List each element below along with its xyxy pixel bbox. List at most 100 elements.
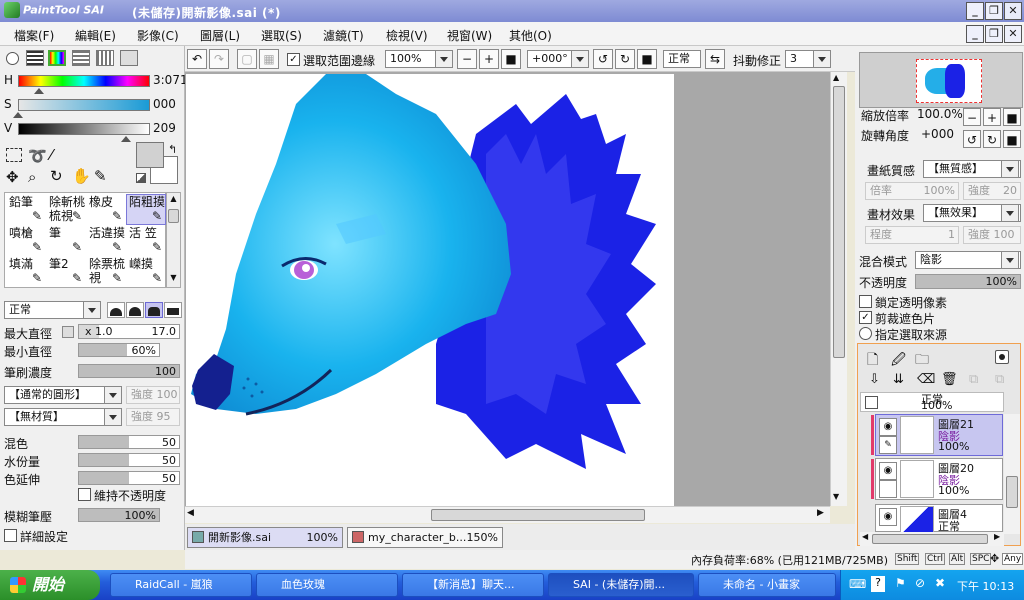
rgb-slider-icon[interactable] xyxy=(26,50,44,66)
tool-slot[interactable]: 除票梳視 ✎ xyxy=(86,256,126,287)
menu-view[interactable]: 檢視(V) xyxy=(386,27,428,44)
layer-hscroll[interactable]: ◀ ▶ xyxy=(860,532,1004,546)
canvas-vscroll[interactable]: ▲ ▼ xyxy=(830,72,847,506)
density-slider[interactable]: 100 xyxy=(78,364,180,378)
flip-canvas-icon[interactable]: ⇆ xyxy=(705,49,725,69)
min-size-slider[interactable]: 60% xyxy=(78,343,160,357)
tool-slot[interactable]: 筆2 ✎ xyxy=(46,256,86,287)
invert-selection-icon[interactable]: ▦ xyxy=(259,49,279,69)
doc-minimize-icon[interactable]: _ xyxy=(966,25,984,43)
value-marker[interactable] xyxy=(121,136,132,142)
delete-layer-icon[interactable]: 🗑 xyxy=(941,372,958,387)
navigator-viewport[interactable] xyxy=(916,59,982,103)
layer-scrollbar[interactable] xyxy=(1004,414,1020,534)
nav-rotate-left-icon[interactable]: ↺ xyxy=(963,130,981,148)
layer-row[interactable]: ◉ 圖層4 正常 xyxy=(875,504,1003,544)
vscroll-down-icon[interactable]: ▼ xyxy=(833,492,839,501)
keyboard-icon[interactable]: ⌨ xyxy=(849,577,866,591)
effect-dropdown[interactable] xyxy=(1001,204,1019,222)
size-range-icon[interactable] xyxy=(62,326,74,338)
hscroll-thumb[interactable] xyxy=(431,509,645,521)
empty-toggle[interactable] xyxy=(879,480,897,498)
navigator-preview[interactable] xyxy=(859,52,1023,108)
brush-edge-medium-icon[interactable] xyxy=(145,302,163,318)
menu-edit[interactable]: 編輯(E) xyxy=(75,27,116,44)
zoom-out-icon[interactable]: − xyxy=(457,49,477,69)
menu-select[interactable]: 選取(S) xyxy=(261,27,302,44)
menu-filter[interactable]: 濾鏡(T) xyxy=(323,27,364,44)
tool-slot[interactable]: 填滿 ✎ xyxy=(6,256,46,287)
nav-rotate-reset-icon[interactable]: ■ xyxy=(1003,130,1021,148)
selection-edge-checkbox[interactable]: ✓ xyxy=(287,53,300,66)
zoom-reset-icon[interactable]: ■ xyxy=(501,49,521,69)
tool-slot[interactable]: 除斬桃梳視 ✎ xyxy=(46,194,86,225)
clipping-checkbox[interactable]: ✓ xyxy=(859,311,872,324)
task-paint[interactable]: 未命名 - 小畫家 xyxy=(698,573,836,597)
blur-slider[interactable]: 100% xyxy=(78,508,160,522)
layer-hscroll-left-icon[interactable]: ◀ xyxy=(862,532,868,541)
merge-down-icon[interactable]: ⇊ xyxy=(893,372,904,387)
nav-rotate-right-icon[interactable]: ↻ xyxy=(983,130,1001,148)
stabilizer-dropdown[interactable] xyxy=(813,50,831,68)
tool-slot[interactable]: 鉛筆 ✎ xyxy=(6,194,46,225)
detail-settings-checkbox[interactable] xyxy=(4,529,17,542)
start-button[interactable]: 開始 xyxy=(0,570,100,600)
hsv-slider-icon[interactable] xyxy=(48,50,66,66)
swatches-icon[interactable] xyxy=(96,50,114,66)
doc-tab[interactable]: my_character_b... 150% xyxy=(347,527,503,548)
volume-icon[interactable]: ✖ xyxy=(935,576,945,590)
tool-slot[interactable]: 筆 ✎ xyxy=(46,225,86,256)
swap-colors-icon[interactable]: ↰ xyxy=(168,143,177,156)
eye-icon[interactable]: ◉ xyxy=(879,462,897,480)
saturation-marker[interactable] xyxy=(13,112,23,118)
close-icon[interactable]: ✕ xyxy=(1004,2,1022,20)
brush-shape-dropdown[interactable] xyxy=(104,386,122,404)
menu-window[interactable]: 視窗(W) xyxy=(447,27,492,44)
color-wheel-icon[interactable] xyxy=(6,52,19,65)
scroll-up-icon[interactable]: ▲ xyxy=(168,194,179,206)
menu-file[interactable]: 檔案(F) xyxy=(14,27,54,44)
keep-opacity-checkbox[interactable] xyxy=(78,488,91,501)
saturation-slider[interactable] xyxy=(18,99,150,111)
drawing-canvas[interactable] xyxy=(186,74,674,506)
nav-zoom-reset-icon[interactable]: ■ xyxy=(1003,108,1021,126)
layer-hscroll-right-icon[interactable]: ▶ xyxy=(994,532,1000,541)
tool-slot[interactable]: 活 笠 ✎ xyxy=(126,225,166,256)
layer-opacity-slider[interactable]: 100% xyxy=(915,274,1021,289)
mixer-icon[interactable] xyxy=(72,50,90,66)
rotation-dropdown[interactable] xyxy=(571,50,589,68)
restore-icon[interactable]: ❐ xyxy=(985,2,1003,20)
back-icon[interactable]: ⊘ xyxy=(915,576,925,590)
magic-wand-icon[interactable]: ⁄ xyxy=(50,146,53,164)
move-tool-icon[interactable]: ✥ xyxy=(6,168,19,186)
tool-slot[interactable]: 活違摸 ✎ xyxy=(86,225,126,256)
menu-other[interactable]: 其他(O) xyxy=(509,27,552,44)
nav-zoom-in-icon[interactable]: + xyxy=(983,108,1001,126)
undo-icon[interactable]: ↶ xyxy=(187,49,207,69)
nav-zoom-out-icon[interactable]: − xyxy=(963,108,981,126)
eye-icon[interactable]: ◉ xyxy=(879,418,897,436)
new-layer-icon[interactable]: 🗋 xyxy=(867,349,878,373)
brush-edge-soft-icon[interactable] xyxy=(126,302,144,318)
value-slider[interactable] xyxy=(18,123,150,135)
deselect-icon[interactable]: ▢ xyxy=(237,49,257,69)
brush-texture-dropdown[interactable] xyxy=(104,408,122,426)
lasso-tool-icon[interactable]: ➰ xyxy=(28,147,47,165)
tool-slot[interactable]: 噴槍 ✎ xyxy=(6,225,46,256)
zoom-tool-icon[interactable]: ⌕ xyxy=(28,168,36,186)
hand-tool-icon[interactable]: ✋ xyxy=(72,167,91,185)
rotate-left-icon[interactable]: ↺ xyxy=(593,49,613,69)
brush-blend-dropdown[interactable] xyxy=(83,301,101,319)
lock-alpha-checkbox[interactable] xyxy=(859,295,872,308)
network-icon[interactable]: ⚑ xyxy=(895,576,906,590)
eye-icon[interactable]: ◉ xyxy=(879,508,897,526)
water-slider[interactable]: 50 xyxy=(78,453,180,467)
rotate-right-icon[interactable]: ↻ xyxy=(615,49,635,69)
help-icon[interactable]: ? xyxy=(871,576,885,592)
vscroll-thumb[interactable] xyxy=(833,86,845,358)
zoom-dropdown[interactable] xyxy=(435,50,453,68)
layer-row[interactable]: ◉ ✎ 圖層21 陰影 100% xyxy=(871,414,1003,456)
layer-scroll-thumb[interactable] xyxy=(1006,476,1018,508)
layer-visibility-icon[interactable] xyxy=(865,396,878,409)
marquee-tool-icon[interactable] xyxy=(6,148,22,162)
